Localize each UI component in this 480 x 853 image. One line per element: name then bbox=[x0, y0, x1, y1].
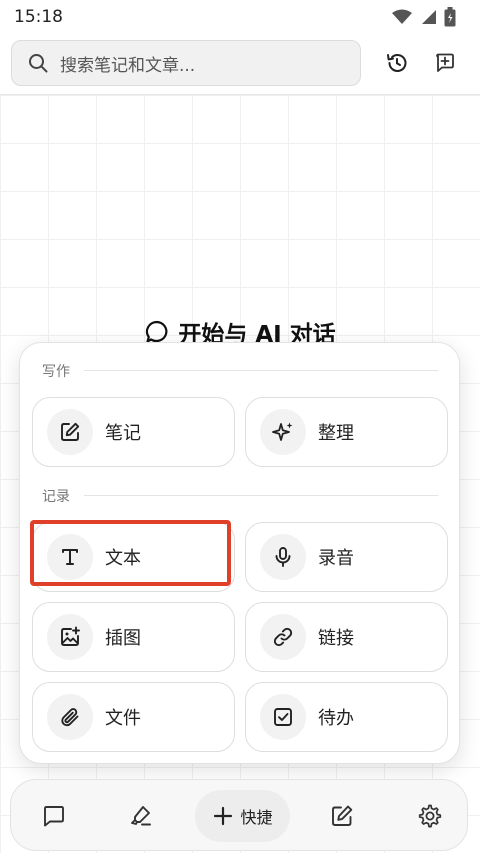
tile-label: 文件 bbox=[105, 708, 141, 729]
new-chat-button[interactable] bbox=[432, 50, 458, 76]
highlighter-nav-button[interactable] bbox=[119, 794, 163, 838]
tile-label: 整理 bbox=[318, 423, 354, 444]
tile-organize[interactable]: 整理 bbox=[245, 397, 448, 467]
search-icon bbox=[28, 53, 48, 73]
sparkle-icon bbox=[260, 409, 306, 455]
tile-recording[interactable]: 录音 bbox=[245, 522, 448, 592]
bottom-nav-bar: 快捷 bbox=[10, 779, 468, 851]
microphone-icon bbox=[260, 534, 306, 580]
text-icon bbox=[47, 534, 93, 580]
tile-file[interactable]: 文件 bbox=[32, 682, 235, 752]
history-button[interactable] bbox=[384, 50, 410, 76]
tile-link[interactable]: 链接 bbox=[245, 602, 448, 672]
tile-label: 插图 bbox=[105, 628, 141, 649]
battery-icon bbox=[444, 7, 456, 27]
tile-todo[interactable]: 待办 bbox=[245, 682, 448, 752]
section-divider bbox=[84, 495, 438, 496]
quick-create-button[interactable]: 快捷 bbox=[195, 790, 290, 842]
gear-icon bbox=[417, 803, 443, 829]
quick-create-label: 快捷 bbox=[240, 808, 273, 827]
search-placeholder: 搜索笔记和文章... bbox=[60, 55, 196, 76]
image-add-icon bbox=[47, 614, 93, 660]
search-input[interactable]: 搜索笔记和文章... bbox=[11, 40, 361, 86]
edit-note-icon bbox=[47, 409, 93, 455]
checkbox-icon bbox=[260, 694, 306, 740]
tile-note[interactable]: 笔记 bbox=[32, 397, 235, 467]
history-icon bbox=[385, 51, 409, 75]
signal-icon bbox=[420, 9, 436, 25]
status-bar: 15:18 bbox=[0, 0, 480, 34]
tile-label: 链接 bbox=[318, 628, 354, 649]
plus-icon bbox=[212, 805, 234, 827]
top-bar: 搜索笔记和文章... bbox=[0, 38, 480, 95]
compose-nav-button[interactable] bbox=[320, 794, 364, 838]
tile-label: 笔记 bbox=[105, 423, 141, 444]
tile-label: 待办 bbox=[318, 708, 354, 729]
paperclip-icon bbox=[47, 694, 93, 740]
edit-icon bbox=[329, 803, 355, 829]
status-time: 15:18 bbox=[14, 7, 63, 27]
chat-nav-button[interactable] bbox=[32, 794, 76, 838]
message-plus-icon bbox=[433, 51, 457, 75]
tile-text[interactable]: 文本 bbox=[32, 522, 235, 592]
section-label-writing: 写作 bbox=[42, 364, 70, 380]
tile-illustration[interactable]: 插图 bbox=[32, 602, 235, 672]
message-square-icon bbox=[41, 803, 67, 829]
tile-label: 录音 bbox=[318, 548, 354, 569]
highlighter-icon bbox=[128, 803, 154, 829]
quick-create-popup: 写作 笔记 整理 记录 文本 录音 插图 链接 文件 待办 bbox=[19, 342, 460, 764]
link-icon bbox=[260, 614, 306, 660]
settings-nav-button[interactable] bbox=[408, 794, 452, 838]
section-label-record: 记录 bbox=[42, 489, 70, 505]
section-divider bbox=[84, 370, 438, 371]
tile-label: 文本 bbox=[105, 548, 141, 569]
status-icons bbox=[392, 7, 456, 27]
wifi-icon bbox=[392, 9, 412, 25]
